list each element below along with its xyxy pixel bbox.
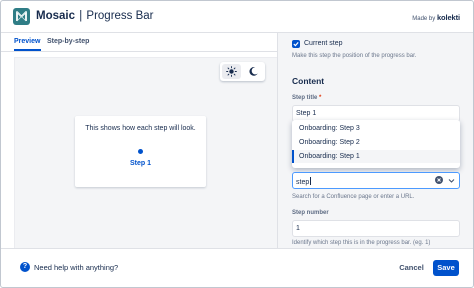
chevron-down-icon[interactable] (448, 177, 455, 184)
step-title-label: Step title * (292, 95, 321, 101)
link-search-input[interactable]: step (292, 172, 460, 189)
mosaic-logo-icon (13, 8, 30, 25)
content-section-title: Content (292, 76, 325, 86)
made-by-label: Made by (412, 16, 436, 22)
link-search-text: step (296, 179, 310, 186)
current-step-checkbox[interactable] (292, 40, 300, 48)
app-name: Mosaic (36, 10, 75, 22)
brand-logo: kolekti (436, 13, 460, 22)
tab-step-by-step[interactable]: Step-by-step (47, 38, 89, 45)
help-icon[interactable]: ? (20, 262, 30, 272)
link-search-help: Search for a Confluence page or enter a … (292, 194, 415, 200)
step-title-label-text: Step title (292, 95, 318, 101)
dark-theme-button[interactable] (244, 64, 263, 79)
required-mark: * (319, 95, 322, 101)
dialog-footer: ? Need help with anything? Cancel Save (0, 248, 474, 288)
step-number-help: Identify which step this is in the progr… (292, 240, 431, 246)
current-step-label: Current step (304, 40, 343, 47)
made-by[interactable]: Made by kolekti (412, 13, 460, 22)
cancel-button[interactable]: Cancel (396, 260, 427, 276)
tab-preview[interactable]: Preview (14, 38, 40, 45)
light-theme-button[interactable] (222, 64, 241, 79)
preview-panel: Preview Step-by-step This shows how each… (0, 33, 277, 248)
tab-bar: Preview Step-by-step (0, 33, 277, 52)
clear-icon[interactable] (435, 176, 443, 184)
text-caret (310, 177, 312, 185)
dropdown-option[interactable]: Onboarding: Step 2 (292, 136, 460, 149)
dropdown-option[interactable]: Onboarding: Step 3 (292, 122, 460, 135)
app-header: Mosaic | Progress Bar Made by kolekti (0, 0, 474, 33)
step-number-input[interactable]: 1 (292, 220, 460, 237)
preview-description: This shows how each step will look. (85, 125, 196, 132)
theme-toggle (220, 62, 265, 81)
tab-divider (0, 51, 277, 52)
link-suggestions-dropdown: Onboarding: Step 3 Onboarding: Step 2 On… (292, 120, 460, 168)
app-title: Mosaic | Progress Bar (36, 10, 154, 22)
moon-icon (249, 66, 258, 76)
checkmark-icon (293, 42, 299, 47)
save-button[interactable]: Save (433, 260, 459, 276)
step-preview-label: Step 1 (129, 160, 151, 167)
step-preview-card: This shows how each step will look. Step… (75, 116, 206, 187)
app-subtitle: Progress Bar (86, 10, 154, 22)
current-step-help: Make this step the position of the progr… (292, 53, 417, 59)
link-search-value: step (296, 177, 312, 186)
dropdown-option-selected[interactable]: Onboarding: Step 1 (292, 150, 460, 163)
sun-icon (226, 66, 237, 77)
help-link[interactable]: Need help with anything? (34, 263, 118, 272)
settings-panel: Current step Make this step the position… (277, 33, 474, 248)
title-separator: | (79, 10, 83, 22)
preview-canvas: This shows how each step will look. Step… (14, 57, 277, 248)
step-number-label: Step number (292, 210, 329, 216)
step-dot (138, 149, 143, 154)
